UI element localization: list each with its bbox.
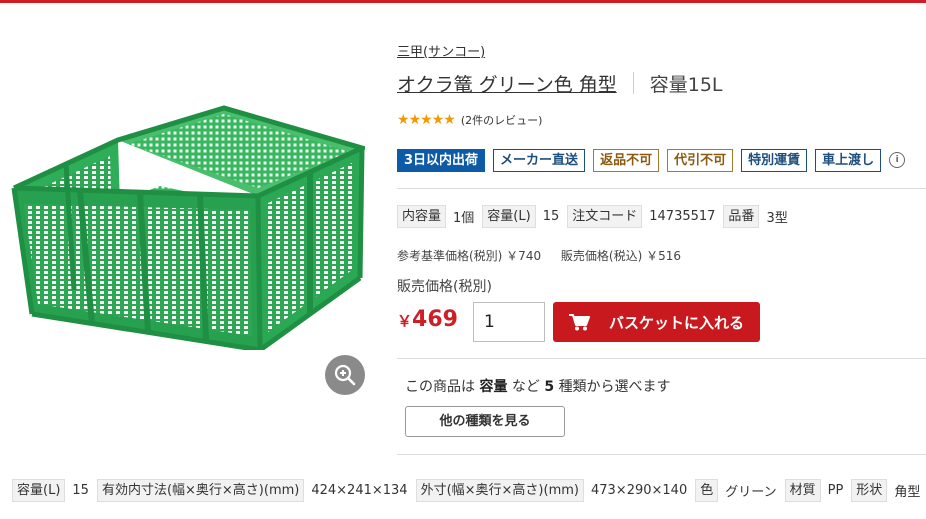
spec-label: 有効内寸法(幅×奥行×高さ)(mm) (96, 479, 305, 502)
star-icon: ★ (420, 112, 433, 128)
divider (397, 188, 926, 189)
product-title: オクラ篭 グリーン色 角型 (397, 73, 617, 96)
spec-label: 容量(L) (12, 479, 66, 502)
spec-value: グリーン (725, 485, 777, 500)
badge-list: 3日以内出荷 メーカー直送 返品不可 代引不可 特別運賃 車上渡し i (397, 149, 913, 172)
price-incl-tax: 販売価格(税込) ￥516 (560, 249, 682, 263)
badge-curbside: 車上渡し (815, 149, 882, 172)
variant-count: 5 (544, 379, 555, 395)
title-row: オクラ篭 グリーン色 角型 容量15L (397, 68, 723, 98)
star-icon: ★ (397, 112, 410, 128)
title-divider (632, 72, 634, 94)
divider (397, 358, 926, 359)
spec-bottom: 容量(L) 15 有効内寸法(幅×奥行×高さ)(mm) 424×241×134 … (12, 479, 926, 502)
product-image[interactable] (10, 100, 370, 353)
capacity-heading: 容量15L (649, 73, 723, 96)
spec-label: 注文コード (567, 205, 643, 228)
add-to-cart-button[interactable]: バスケットに入れる (553, 302, 760, 342)
spec-value: 3型 (766, 211, 788, 226)
spec-label: 形状 (851, 479, 888, 502)
view-variants-button[interactable]: 他の種類を見る (405, 406, 565, 437)
spec-label: 外寸(幅×奥行×高さ)(mm) (415, 479, 584, 502)
sale-price-label: 販売価格(税別) (397, 279, 492, 295)
quantity-input[interactable] (473, 302, 545, 342)
variant-summary: この商品は 容量 など 5 種類から選べます (405, 376, 671, 396)
spec-value: 473×290×140 (590, 483, 688, 498)
spec-value: 15 (542, 209, 560, 224)
brand-link[interactable]: 三甲(サンコー) (397, 41, 485, 60)
variant-prefix: この商品は (405, 379, 475, 395)
spec-label: 色 (695, 479, 719, 502)
rating-stars: ★ ★ ★ ★ ★ (397, 112, 456, 128)
spec-value: 角型 (894, 485, 921, 500)
badge-no-return: 返品不可 (593, 149, 660, 172)
spec-value: PP (827, 483, 844, 498)
spec-label: 容量(L) (482, 205, 536, 228)
variant-attribute: 容量 (479, 379, 508, 395)
badge-special-fare: 特別運賃 (741, 149, 808, 172)
reference-price: 参考基準価格(税別) ￥740 (397, 249, 542, 263)
sale-price: ￥469 (397, 307, 458, 332)
star-icon: ★ (431, 112, 445, 128)
badge-no-cod: 代引不可 (667, 149, 734, 172)
top-accent-bar (0, 0, 926, 3)
reference-prices: 参考基準価格(税別) ￥740 販売価格(税込) ￥516 (397, 247, 697, 264)
zoom-in-icon (334, 364, 356, 386)
spec-value: 15 (72, 483, 89, 498)
variant-suffix: 種類から選べます (558, 379, 671, 395)
add-to-cart-label: バスケットに入れる (609, 313, 745, 332)
basket-image (11, 105, 370, 353)
spec-value: 1個 (453, 211, 475, 226)
divider (397, 454, 926, 455)
spec-label: 内容量 (397, 205, 447, 228)
cart-icon (553, 313, 605, 331)
badge-shipping: 3日以内出荷 (397, 149, 486, 172)
price-amount: 469 (412, 307, 458, 332)
badge-direct-ship: メーカー直送 (493, 149, 586, 172)
spec-value: 424×241×134 (311, 483, 408, 498)
currency-symbol: ￥ (397, 312, 413, 330)
spec-main: 内容量 1個 容量(L) 15 注文コード 14735517 品番 3型 (397, 205, 796, 228)
spec-value: 14735517 (649, 209, 716, 224)
info-icon[interactable]: i (889, 152, 906, 168)
rating[interactable]: ★ ★ ★ ★ ★ (2件のレビュー) (397, 112, 542, 128)
variant-middle: など (511, 379, 540, 395)
zoom-button[interactable] (325, 355, 365, 395)
spec-label: 材質 (784, 479, 821, 502)
spec-label: 品番 (723, 205, 760, 228)
star-icon: ★ (443, 112, 456, 128)
star-icon: ★ (408, 112, 422, 128)
review-link[interactable]: (2件のレビュー) (461, 112, 543, 128)
